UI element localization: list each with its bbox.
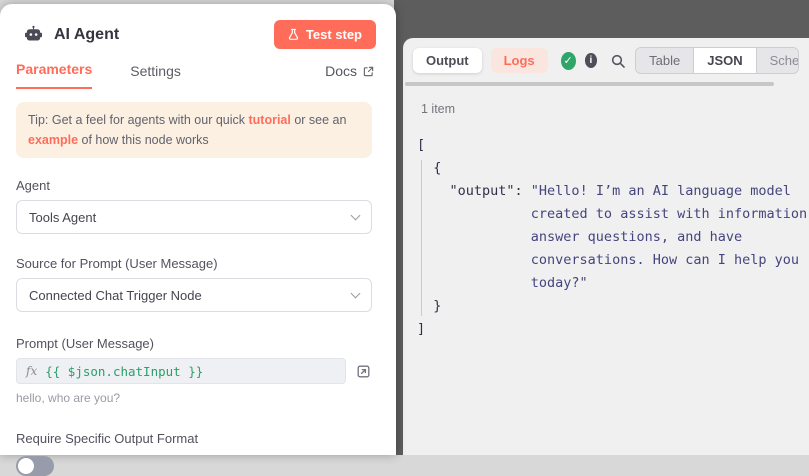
- json-line: {: [417, 157, 809, 180]
- external-link-icon: [363, 66, 374, 77]
- tab-logs[interactable]: Logs: [491, 48, 548, 73]
- search-icon[interactable]: [610, 53, 626, 69]
- agent-select-value: Tools Agent: [29, 210, 96, 225]
- json-string: today?": [417, 272, 809, 295]
- json-string: answer questions, and have: [417, 226, 809, 249]
- json-string: created to assist with information,: [417, 203, 809, 226]
- fx-prefix: fx: [17, 364, 45, 378]
- panel-tabs: Parameters Settings Docs: [0, 61, 396, 89]
- node-settings-panel: AI Agent Test step Parameters Settings D…: [0, 4, 396, 455]
- docs-link[interactable]: Docs: [325, 63, 374, 89]
- success-check-icon: ✓: [561, 52, 576, 70]
- tutorial-link[interactable]: tutorial: [248, 113, 290, 127]
- example-link[interactable]: example: [28, 133, 78, 147]
- json-string: "Hello! I’m an AI language model: [531, 183, 791, 199]
- json-string: conversations. How can I help you: [417, 249, 809, 272]
- tab-output[interactable]: Output: [413, 48, 482, 73]
- prompt-expression-input[interactable]: fx {{ $json.chatInput }}: [16, 358, 346, 384]
- agent-label: Agent: [16, 178, 372, 193]
- json-line: [: [417, 134, 809, 157]
- prompt-label: Prompt (User Message): [16, 336, 372, 351]
- tip-banner: Tip: Get a feel for agents with our quic…: [16, 102, 372, 158]
- chevron-down-icon: [351, 288, 361, 298]
- view-tab-json[interactable]: JSON: [693, 48, 756, 73]
- prompt-source-select[interactable]: Connected Chat Trigger Node: [16, 278, 372, 312]
- tab-settings[interactable]: Settings: [130, 63, 181, 89]
- ai-agent-node-icon: [22, 24, 44, 46]
- view-tab-schema[interactable]: Schema: [757, 48, 799, 73]
- json-line: "output": "Hello! I’m an AI language mod…: [417, 180, 809, 203]
- indent-guide: [421, 160, 422, 316]
- parameters-form: Agent Tools Agent Source for Prompt (Use…: [0, 178, 396, 476]
- items-count: 1 item: [421, 102, 809, 116]
- panel-header: AI Agent Test step: [0, 4, 396, 49]
- output-panel: Output Logs ✓ i Table JSON Schema 1 item…: [403, 38, 809, 455]
- json-key: "output":: [417, 183, 531, 199]
- test-step-button[interactable]: Test step: [274, 20, 376, 49]
- node-title: AI Agent: [54, 26, 119, 44]
- horizontal-scrollbar[interactable]: [405, 82, 774, 86]
- info-icon: i: [585, 53, 598, 68]
- view-tab-table[interactable]: Table: [636, 48, 693, 73]
- expression-text: {{ $json.chatInput }}: [45, 364, 203, 379]
- open-expression-editor-button[interactable]: [354, 362, 372, 380]
- expression-preview: hello, who are you?: [16, 391, 372, 405]
- prompt-source-label: Source for Prompt (User Message): [16, 256, 372, 271]
- view-mode-switcher: Table JSON Schema: [635, 47, 799, 74]
- agent-select[interactable]: Tools Agent: [16, 200, 372, 234]
- require-output-format-toggle[interactable]: [16, 456, 54, 476]
- prompt-source-value: Connected Chat Trigger Node: [29, 288, 202, 303]
- tip-text: Tip: Get a feel for agents with our quic…: [28, 113, 248, 127]
- json-line: ]: [417, 318, 809, 341]
- flask-icon: [288, 28, 299, 41]
- require-format-label: Require Specific Output Format: [16, 431, 372, 446]
- expand-icon: [356, 364, 371, 379]
- docs-label: Docs: [325, 63, 357, 79]
- tab-parameters[interactable]: Parameters: [16, 61, 92, 89]
- output-toolbar: Output Logs ✓ i Table JSON Schema: [403, 38, 809, 74]
- chevron-down-icon: [351, 210, 361, 220]
- test-step-label: Test step: [306, 27, 362, 42]
- json-line: }: [417, 295, 809, 318]
- json-output-viewer: [ { "output": "Hello! I’m an AI language…: [417, 134, 809, 341]
